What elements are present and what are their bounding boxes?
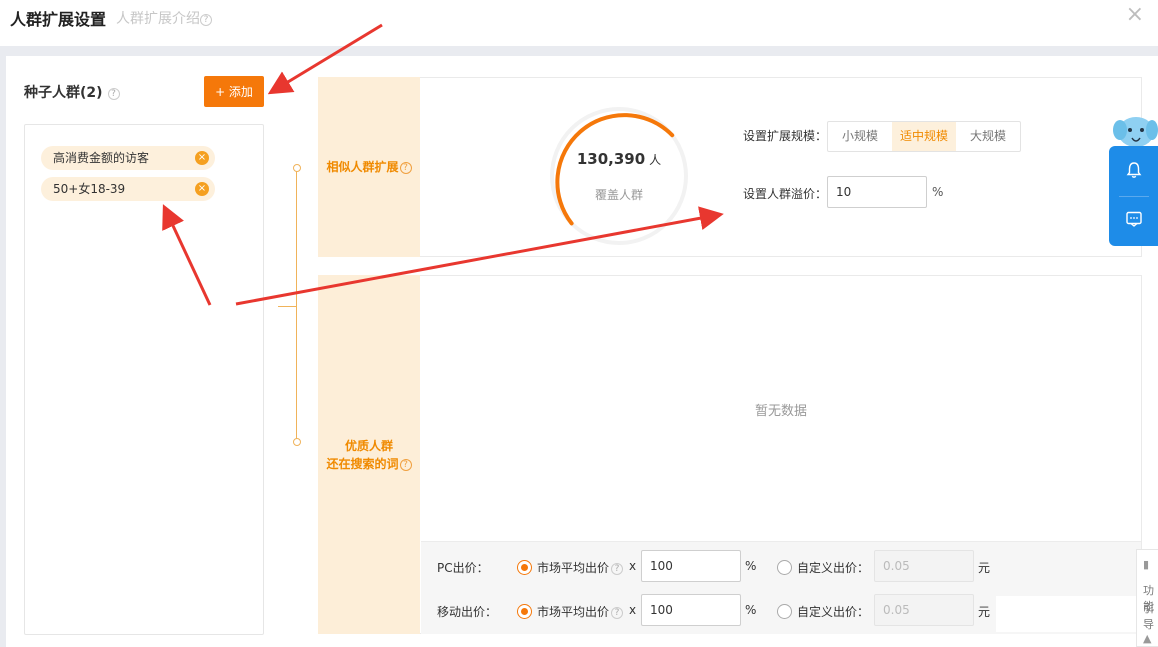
- mobile-custom-input[interactable]: [874, 594, 974, 626]
- dialog-title: 人群扩展设置: [10, 10, 107, 29]
- pc-market-option-text: 市场平均出价: [537, 561, 610, 575]
- mobile-market-option[interactable]: 市场平均出价?: [537, 603, 624, 620]
- quality-crowd-label-line1: 优质人群: [344, 438, 393, 453]
- remove-tag-icon[interactable]: ×: [195, 182, 209, 196]
- coverage-count: 130,390 人: [548, 150, 690, 168]
- close-icon[interactable]: ×: [1126, 2, 1144, 27]
- coverage-count-unit: 人: [649, 153, 662, 167]
- pc-bid-unit: %: [745, 559, 757, 573]
- coverage-gauge: [550, 107, 688, 245]
- scale-option-large[interactable]: 大规模: [956, 122, 1020, 151]
- coverage-label: 覆盖人群: [594, 188, 643, 202]
- pc-custom-radio[interactable]: [777, 560, 792, 575]
- mobile-market-option-text: 市场平均出价: [537, 605, 610, 619]
- similar-crowd-label-text: 相似人群扩展: [326, 160, 399, 174]
- scale-label: 设置扩展规模：: [743, 129, 828, 143]
- pc-custom-input[interactable]: [874, 550, 974, 582]
- similar-crowd-panel: [420, 77, 1142, 257]
- seed-crowd-title: 种子人群(2)?: [24, 82, 120, 102]
- similar-crowd-label: 相似人群扩展?: [318, 77, 420, 257]
- mobile-bid-label: 移动出价：: [437, 605, 498, 619]
- floating-service-widget: [1109, 146, 1158, 246]
- quality-crowd-label: 优质人群 还在搜索的词?: [318, 275, 420, 634]
- seed-tag: 高消费金额的访客 ×: [41, 146, 215, 170]
- mobile-custom-option[interactable]: 自定义出价：: [797, 603, 869, 620]
- seed-crowd-list: 高消费金额的访客 × 50+女18-39 ×: [24, 124, 264, 635]
- bell-icon[interactable]: [1125, 161, 1143, 179]
- mobile-market-radio[interactable]: [517, 604, 532, 619]
- premium-label: 设置人群溢价：: [743, 187, 828, 201]
- feature-guide-tab[interactable]: ▮ 功能 引导 ▲: [1136, 549, 1158, 647]
- pc-custom-unit: 元: [978, 561, 991, 575]
- crowd-expansion-intro-link[interactable]: 人群扩展介绍?: [116, 8, 212, 28]
- dialog-header: 人群扩展设置 人群扩展介绍? ×: [0, 0, 1158, 46]
- quality-crowd-label-line2: 还在搜索的词: [326, 456, 399, 471]
- help-icon[interactable]: ?: [107, 88, 120, 100]
- pc-market-option[interactable]: 市场平均出价?: [537, 559, 624, 576]
- add-seed-button[interactable]: + 添加: [204, 76, 264, 107]
- pc-bid-label: PC出价：: [437, 561, 489, 575]
- help-icon: ?: [200, 14, 212, 26]
- chat-icon[interactable]: [1125, 210, 1143, 228]
- overlay-patch: [996, 596, 1136, 632]
- up-arrow-icon[interactable]: ▲: [1143, 632, 1151, 645]
- multiply-sign: x: [629, 559, 637, 573]
- book-icon: ▮: [1143, 558, 1150, 571]
- seed-tag-label: 高消费金额的访客: [53, 151, 150, 165]
- bracket-dot: [293, 438, 301, 446]
- seed-tag-label: 50+女18-39: [53, 182, 126, 196]
- bracket-line: [293, 164, 306, 446]
- pc-custom-option[interactable]: 自定义出价：: [797, 559, 869, 576]
- mascot-ear: [1146, 120, 1158, 140]
- bracket-dot: [293, 164, 301, 172]
- mobile-bid-unit: %: [745, 603, 757, 617]
- seed-crowd-title-text: 种子人群(2): [24, 85, 103, 101]
- seed-tag: 50+女18-39 ×: [41, 177, 215, 201]
- multiply-sign: x: [629, 603, 637, 617]
- scale-option-medium[interactable]: 适中规模: [892, 122, 956, 151]
- mobile-bid-input[interactable]: [641, 594, 741, 626]
- guide-text-line2: 引导: [1143, 602, 1154, 631]
- mascot-eye: [1128, 128, 1132, 132]
- mobile-custom-unit: 元: [978, 605, 991, 619]
- premium-input[interactable]: [827, 176, 927, 208]
- widget-divider: [1119, 196, 1149, 197]
- pc-market-radio[interactable]: [517, 560, 532, 575]
- intro-link-text: 人群扩展介绍: [116, 11, 200, 27]
- scale-option-small[interactable]: 小规模: [828, 122, 892, 151]
- pc-bid-input[interactable]: [641, 550, 741, 582]
- coverage-count-value: 130,390: [576, 150, 646, 168]
- premium-unit: %: [932, 185, 944, 199]
- empty-state-text: 暂无数据: [754, 404, 807, 419]
- help-icon[interactable]: ?: [611, 607, 624, 619]
- mascot-icon[interactable]: [1112, 110, 1158, 150]
- mobile-custom-radio[interactable]: [777, 604, 792, 619]
- scale-selector: 小规模 适中规模 大规模: [827, 121, 1021, 152]
- help-icon[interactable]: ?: [399, 458, 412, 471]
- gauge-arc: [555, 113, 675, 226]
- mascot-eye: [1140, 128, 1144, 132]
- remove-tag-icon[interactable]: ×: [195, 151, 209, 165]
- help-icon[interactable]: ?: [399, 162, 412, 174]
- mascot-ear: [1113, 120, 1127, 140]
- help-icon[interactable]: ?: [611, 563, 624, 575]
- bracket-connector: [278, 306, 296, 307]
